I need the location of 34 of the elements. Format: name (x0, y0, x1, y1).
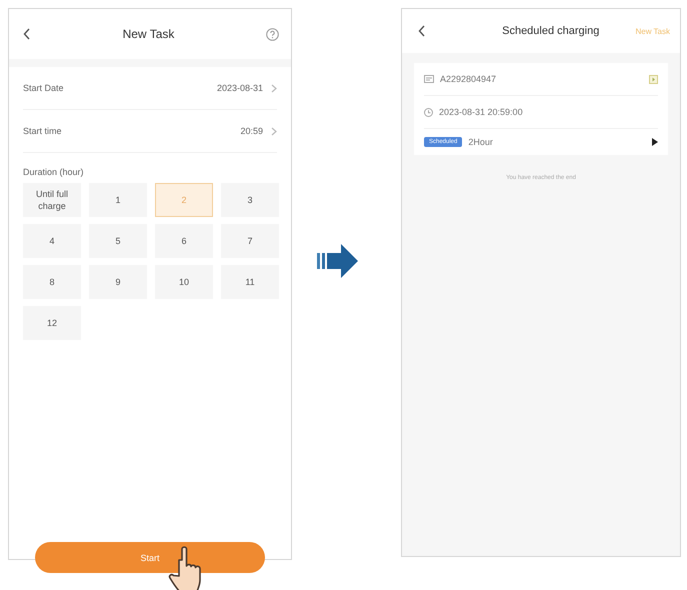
duration-option[interactable]: 8 (23, 265, 81, 299)
device-id: A2292804947 (440, 74, 496, 84)
help-icon[interactable] (266, 28, 279, 40)
setting-value: 2023-08-31 (216, 83, 263, 93)
duration-option[interactable]: 4 (23, 224, 81, 258)
setting-label: Start Date (23, 83, 64, 93)
setting-label: Start time (23, 126, 62, 136)
duration-option[interactable]: 3 (221, 183, 279, 217)
setting-value: 20:59 (240, 126, 263, 136)
back-icon[interactable] (23, 28, 31, 40)
duration-option[interactable]: 10 (155, 265, 213, 299)
duration-option[interactable]: 7 (221, 224, 279, 258)
back-icon[interactable] (418, 25, 426, 37)
play-icon[interactable] (652, 138, 658, 146)
screen-title: Scheduled charging (501, 25, 600, 37)
duration-option[interactable]: 6 (155, 224, 213, 258)
section-label: Duration (hour) (23, 167, 85, 177)
id-card-icon (424, 75, 434, 83)
duration-option[interactable]: 11 (221, 265, 279, 299)
screen-title: New Task (122, 27, 174, 41)
right-arrow-icon (317, 244, 359, 278)
duration-option[interactable]: 9 (89, 265, 147, 299)
duration-option[interactable]: 5 (89, 224, 147, 258)
duration-option[interactable]: 1 (89, 183, 147, 217)
chevron-right-icon (271, 126, 277, 136)
chevron-right-icon (271, 84, 277, 92)
duration-option[interactable]: Until full charge (23, 183, 81, 217)
setting-row[interactable]: Start time 20:59 (23, 110, 277, 153)
scheduled-time: 2023-08-31 20:59:00 (439, 107, 523, 117)
duration-option[interactable]: 12 (23, 306, 81, 340)
duration-text: 2Hour (468, 137, 493, 147)
clock-icon (424, 108, 433, 116)
charger-icon (649, 74, 658, 84)
setting-row[interactable]: Start Date 2023-08-31 (23, 67, 277, 110)
